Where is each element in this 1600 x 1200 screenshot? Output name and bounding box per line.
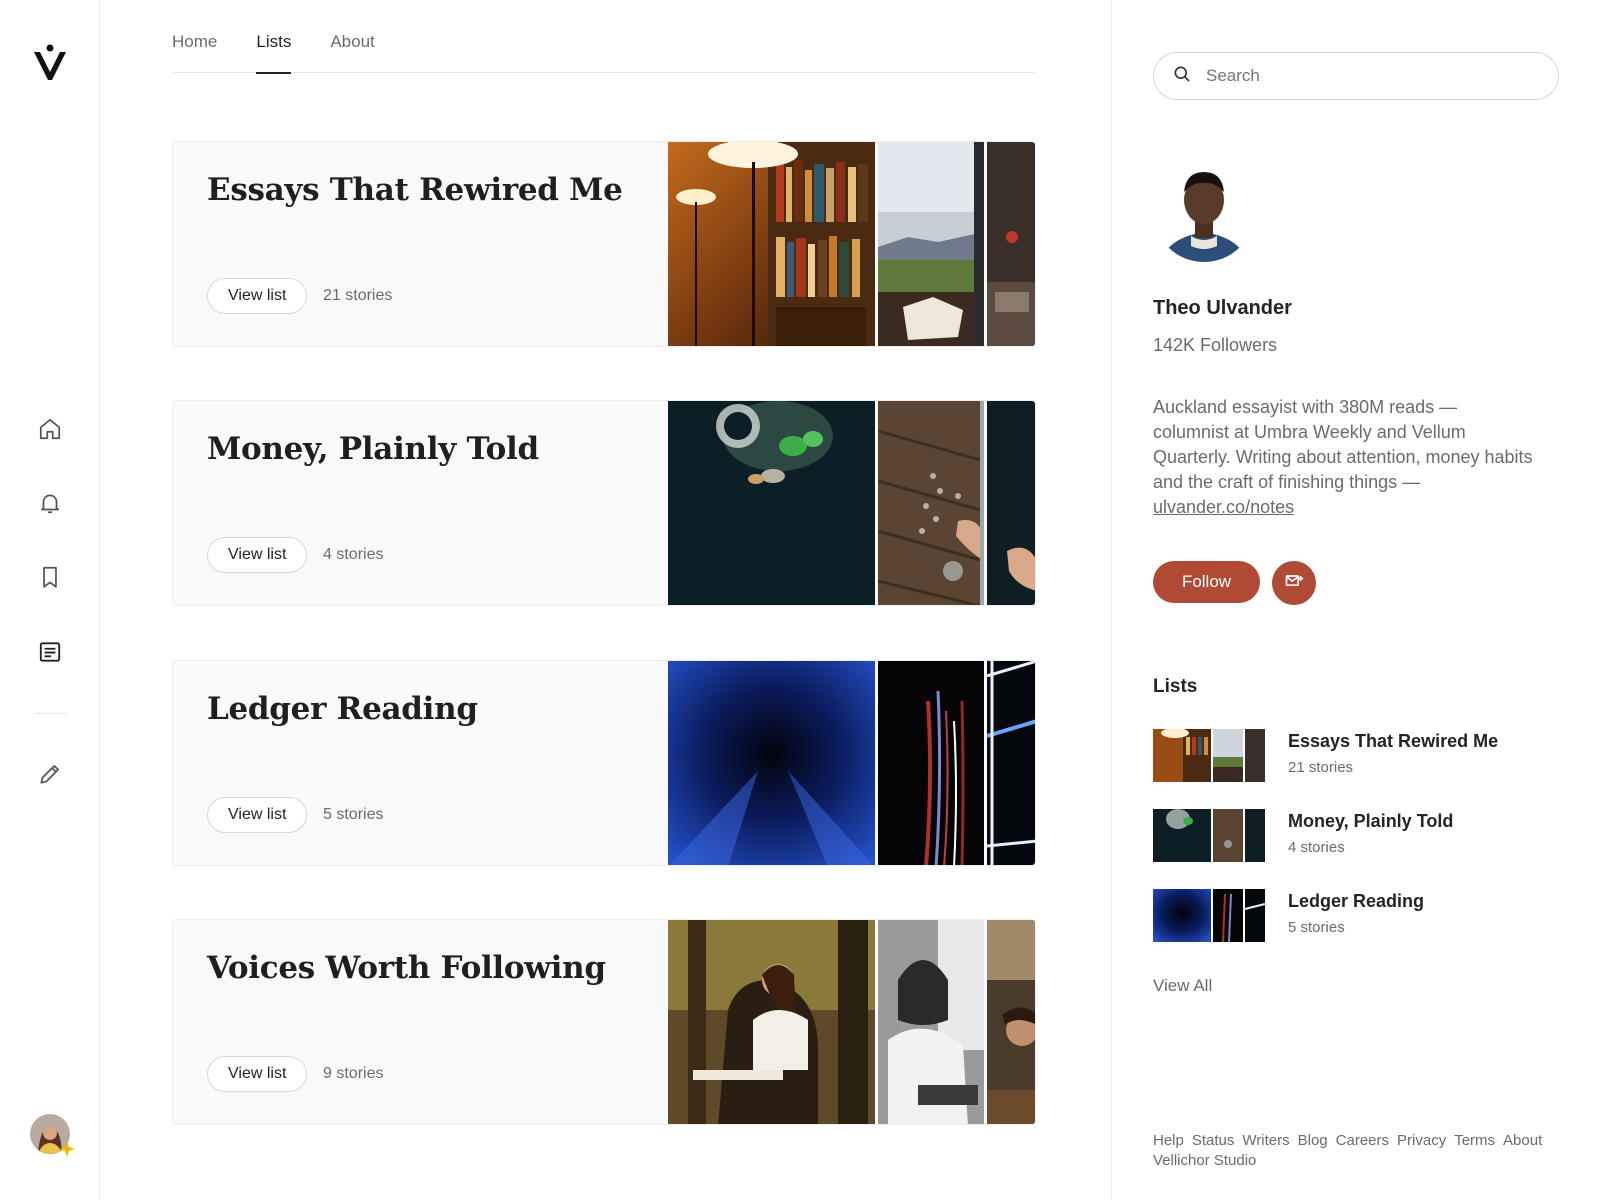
woman-reading-image (668, 920, 875, 1124)
view-list-button[interactable]: View list (207, 1056, 308, 1092)
search-input[interactable] (1206, 66, 1526, 86)
list-cover-images (668, 920, 1035, 1124)
bookmark-icon[interactable] (34, 561, 66, 593)
tab-home[interactable]: Home (172, 0, 217, 73)
man-image (987, 920, 1035, 1124)
followers-count[interactable]: 142K Followers (1153, 335, 1277, 356)
footer-link-terms[interactable]: Terms (1454, 1131, 1495, 1151)
follow-button[interactable]: Follow (1153, 561, 1260, 603)
search-box[interactable] (1153, 52, 1559, 100)
light-streaks-image (878, 661, 984, 865)
sidebar-list-count: 21 stories (1288, 759, 1354, 776)
view-list-button[interactable]: View list (207, 537, 308, 573)
list-card[interactable]: Money, Plainly Told View list 4 stories (172, 400, 1036, 606)
profile-tabs: Home Lists About (172, 0, 1036, 74)
lists-heading: Lists (1153, 676, 1198, 697)
view-all-link[interactable]: View All (1153, 976, 1212, 996)
list-card[interactable]: Essays That Rewired Me View list 21 stor… (172, 141, 1036, 347)
subscribe-email-button[interactable] (1272, 561, 1316, 605)
bell-icon[interactable] (34, 487, 66, 519)
mail-plus-icon (1284, 571, 1304, 596)
list-card[interactable]: Voices Worth Following View list 9 stori… (172, 919, 1036, 1125)
search-icon (1172, 64, 1192, 89)
list-cover-images (668, 401, 1035, 605)
footer-link-studio[interactable]: Vellichor Studio (1153, 1151, 1256, 1171)
view-list-button[interactable]: View list (207, 278, 308, 314)
landscape-image (878, 142, 984, 346)
footer-link-privacy[interactable]: Privacy (1397, 1131, 1446, 1151)
blue-tunnel-image (668, 661, 875, 865)
sparkle-icon (58, 1140, 76, 1158)
dark-hand-image (987, 401, 1035, 605)
list-thumbnail (1153, 889, 1265, 942)
footer-link-help[interactable]: Help (1153, 1131, 1184, 1151)
bw-woman-image (878, 920, 984, 1124)
list-cover-images (668, 142, 1035, 346)
list-title[interactable]: Ledger Reading (207, 691, 478, 727)
profile-name[interactable]: Theo Ulvander (1153, 297, 1292, 320)
left-rail (0, 0, 100, 1200)
footer-link-blog[interactable]: Blog (1298, 1131, 1328, 1151)
story-count: 5 stories (323, 806, 384, 823)
footer-link-writers[interactable]: Writers (1242, 1131, 1289, 1151)
story-count: 21 stories (323, 287, 393, 304)
v-logo[interactable] (30, 42, 70, 82)
story-count: 9 stories (323, 1065, 384, 1082)
pencil-icon[interactable] (34, 758, 66, 790)
profile-bio: Auckland essayist with 380M reads — colu… (1153, 395, 1533, 520)
coin-jar-image (668, 401, 875, 605)
right-sidebar: Theo Ulvander 142K Followers Auckland es… (1111, 0, 1600, 1200)
list-title[interactable]: Voices Worth Following (207, 950, 606, 986)
sidebar-list-title: Ledger Reading (1288, 891, 1425, 911)
list-thumbnail (1153, 729, 1265, 782)
bio-text: Auckland essayist with 380M reads — colu… (1153, 397, 1533, 492)
list-cover-images (668, 661, 1035, 865)
footer-link-careers[interactable]: Careers (1336, 1131, 1389, 1151)
list-title[interactable]: Essays That Rewired Me (207, 172, 623, 208)
library-image (668, 142, 875, 346)
tab-about[interactable]: About (330, 0, 374, 73)
rail-divider (34, 713, 66, 714)
sidebar-list-count: 4 stories (1288, 839, 1345, 856)
home-icon[interactable] (34, 413, 66, 445)
tab-lists[interactable]: Lists (256, 0, 291, 74)
list-title[interactable]: Money, Plainly Told (207, 431, 539, 467)
sidebar-list-title: Money, Plainly Told (1288, 811, 1454, 831)
sidebar-list-item[interactable]: Ledger Reading 5 stories (1153, 889, 1573, 943)
bio-link[interactable]: ulvander.co/notes (1153, 495, 1533, 520)
sidebar-list-title: Essays That Rewired Me (1288, 731, 1499, 751)
neon-lines-image (987, 661, 1035, 865)
profile-avatar[interactable] (1153, 160, 1255, 262)
footer-links: Help Status Writers Blog Careers Privacy… (1153, 1131, 1573, 1171)
view-list-button[interactable]: View list (207, 797, 308, 833)
desk-image (987, 142, 1035, 346)
sidebar-list-item[interactable]: Money, Plainly Told 4 stories (1153, 809, 1573, 863)
sidebar-list-item[interactable]: Essays That Rewired Me 21 stories (1153, 729, 1573, 783)
footer-link-status[interactable]: Status (1192, 1131, 1235, 1151)
sidebar-list-count: 5 stories (1288, 919, 1345, 936)
list-card[interactable]: Ledger Reading View list 5 stories (172, 660, 1036, 866)
story-count: 4 stories (323, 546, 384, 563)
footer-link-about[interactable]: About (1503, 1131, 1542, 1151)
article-icon[interactable] (34, 636, 66, 668)
list-thumbnail (1153, 809, 1265, 862)
coins-table-image (878, 401, 984, 605)
